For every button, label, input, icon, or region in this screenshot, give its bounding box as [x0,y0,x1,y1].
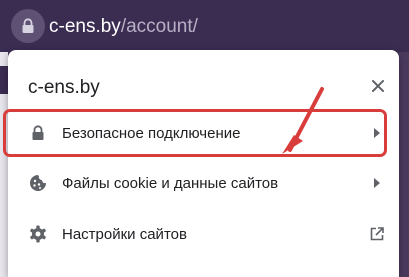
annotation-arrow [282,87,324,154]
